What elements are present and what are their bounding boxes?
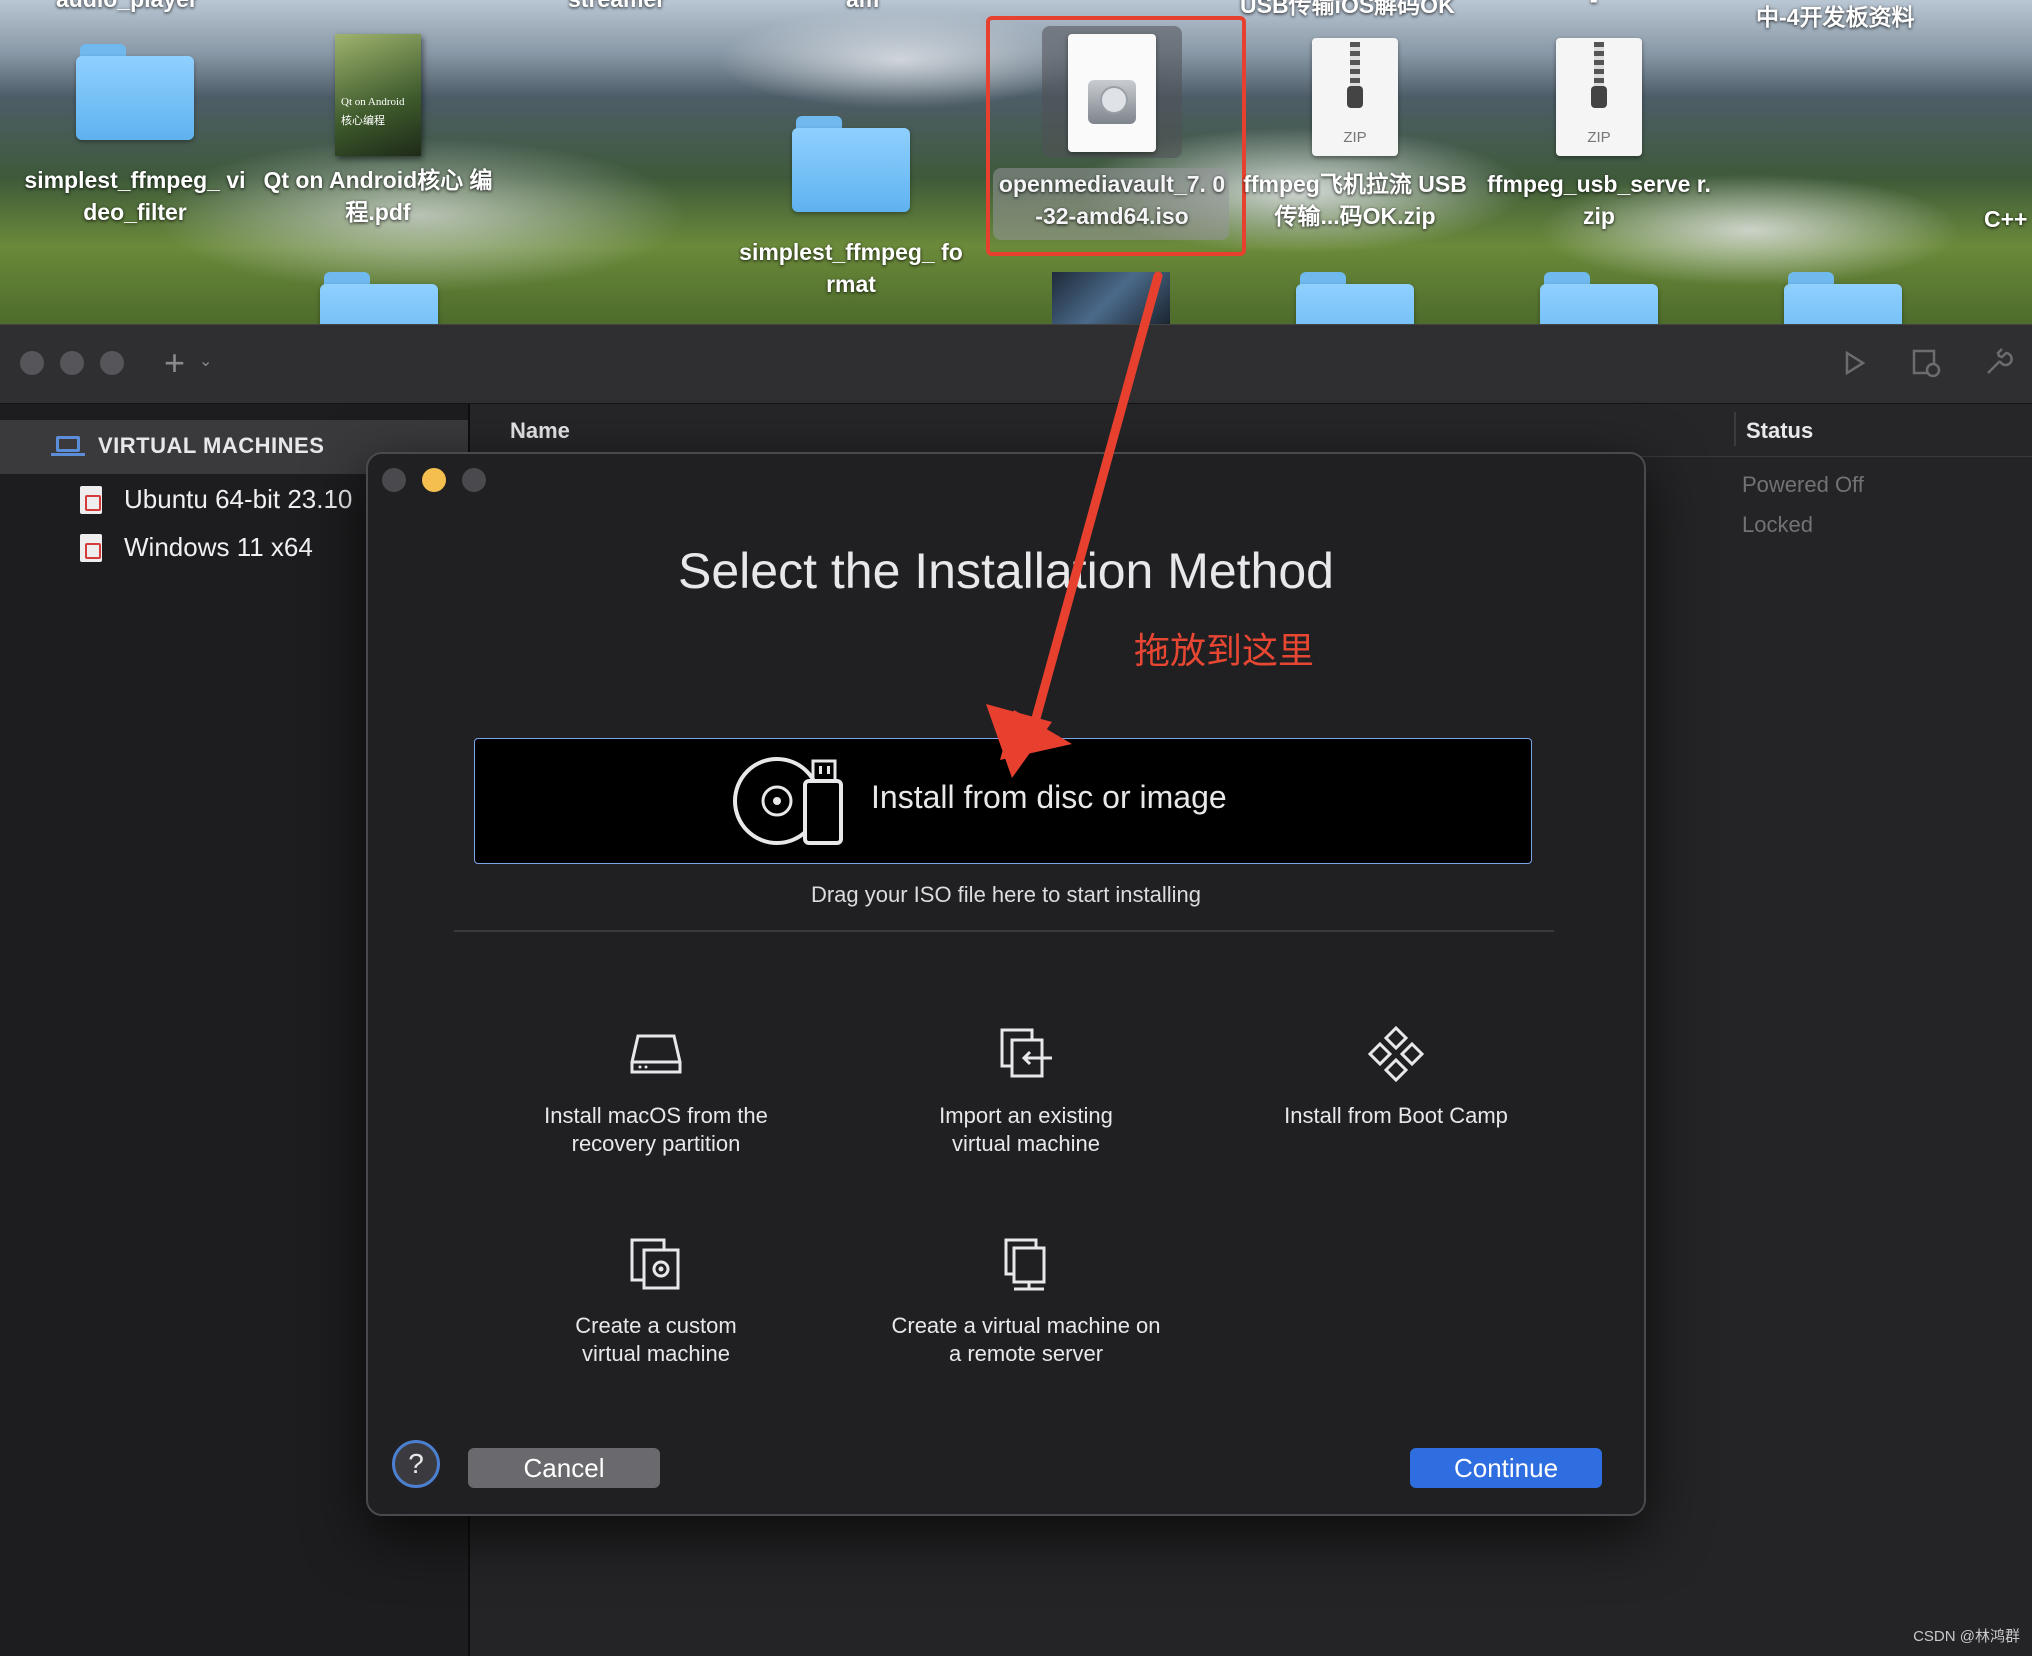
- close-window-button[interactable]: [20, 351, 44, 375]
- zip-icon: ZIP: [1556, 38, 1642, 156]
- vm-file-icon: [80, 534, 102, 562]
- vm-status-text: Powered Off: [1742, 472, 1864, 497]
- zip-icon: ZIP: [1312, 38, 1398, 156]
- desktop-item-dash-label[interactable]: -: [1590, 0, 1598, 13]
- dialog-close-button[interactable]: [382, 468, 406, 492]
- option-label-line: virtual machine: [582, 1341, 730, 1366]
- divider: [454, 930, 1554, 932]
- option-boot-camp[interactable]: Install from Boot Camp: [1226, 1026, 1566, 1130]
- desktop-item-usb-ios-label[interactable]: USB传输iOS解码OK: [1240, 0, 1455, 20]
- option-label: Install macOS from the recovery partition: [486, 1102, 826, 1158]
- watermark: CSDN @林鸿群: [1913, 1628, 2020, 1645]
- desktop: audio_player streamer am USB传输iOS解码OK - …: [0, 0, 2032, 324]
- zip-icon-text: ZIP: [1587, 129, 1611, 146]
- desktop-item-ffmpeg-format[interactable]: simplest_ffmpeg_ format: [736, 116, 966, 300]
- desktop-item-video-filter[interactable]: simplest_ffmpeg_ video_filter: [20, 44, 250, 228]
- option-install-macos-recovery[interactable]: Install macOS from the recovery partition: [486, 1026, 826, 1158]
- folder-icon: [76, 44, 194, 140]
- option-label-line: recovery partition: [571, 1131, 741, 1156]
- option-label: Import an existing virtual machine: [856, 1102, 1196, 1158]
- book-cover-title: Qt on Android: [341, 96, 405, 108]
- disc-usb-icon: [733, 757, 843, 845]
- continue-button[interactable]: Continue: [1410, 1448, 1602, 1488]
- custom-vm-icon: [630, 1238, 680, 1290]
- desktop-item-board-docs-label[interactable]: 中-4开发板资料: [1756, 0, 1914, 32]
- option-label-line: Import an existing: [939, 1103, 1113, 1128]
- desktop-item-streamer-label[interactable]: streamer: [568, 0, 665, 13]
- drag-hint-text: Drag your ISO file here to start install…: [810, 882, 1202, 907]
- bootcamp-icon: [1368, 1026, 1424, 1082]
- dialog-title: Select the Installation Method: [678, 543, 1334, 599]
- option-label-line: Install macOS from the: [544, 1103, 768, 1128]
- folder-icon[interactable]: [1296, 272, 1414, 324]
- import-icon: [1000, 1028, 1052, 1078]
- new-vm-dialog: Select the Installation Method 拖放到这里 Ins…: [366, 452, 1646, 1516]
- desktop-item-label: ffmpeg_usb_serve r.zip: [1487, 171, 1711, 229]
- remote-server-icon: [1004, 1238, 1046, 1291]
- option-label-line: a remote server: [948, 1341, 1104, 1366]
- annotation-highlight-box: [986, 16, 1246, 256]
- sidebar-item-label: Windows 11 x64: [124, 532, 313, 562]
- dialog-minimize-button[interactable]: [422, 468, 446, 492]
- folder-icon[interactable]: [1784, 272, 1902, 324]
- folder-icon: [792, 116, 910, 212]
- zoom-window-button[interactable]: [100, 351, 124, 375]
- pdf-book-icon: Qt on Android 核心编程: [335, 34, 421, 156]
- zip-icon-text: ZIP: [1343, 129, 1367, 146]
- column-header-name[interactable]: Name: [510, 418, 570, 444]
- window-toolbar: + ⌄: [0, 324, 2032, 405]
- install-from-disc-label: Install from disc or image: [871, 779, 1227, 815]
- desktop-item-ffmpeg-usb-server-zip[interactable]: ZIP ffmpeg_usb_serve r.zip: [1484, 38, 1714, 232]
- option-label-line: virtual machine: [952, 1131, 1100, 1156]
- wrench-icon[interactable]: [1982, 347, 2014, 379]
- snapshot-icon[interactable]: [1910, 347, 1942, 379]
- sidebar-item-label: Ubuntu 64-bit 23.10: [124, 484, 353, 514]
- option-remote-server-vm[interactable]: Create a virtual machine on a remote serv…: [856, 1236, 1196, 1368]
- folder-icon[interactable]: [1540, 272, 1658, 324]
- vm-list-header: Name Status: [470, 404, 2032, 457]
- option-label-line: Create a custom: [575, 1313, 737, 1338]
- chevron-down-icon[interactable]: ⌄: [199, 351, 212, 371]
- option-label-line: Create a virtual machine on: [891, 1313, 1161, 1338]
- help-button[interactable]: ?: [392, 1440, 440, 1488]
- laptop-icon: [51, 436, 85, 456]
- vm-status-text: Locked: [1742, 512, 1813, 537]
- install-from-disc-button[interactable]: Install from disc or image: [474, 738, 1532, 864]
- dialog-zoom-button[interactable]: [462, 468, 486, 492]
- option-label: Create a custom virtual machine: [486, 1312, 826, 1368]
- folder-icon[interactable]: [320, 272, 438, 324]
- desktop-item-label: simplest_ffmpeg_ format: [739, 239, 963, 297]
- desktop-item-am-label[interactable]: am: [846, 0, 879, 13]
- desktop-item-ffmpeg-usb-zip[interactable]: ZIP ffmpeg飞机拉流 USB传输...码OK.zip: [1240, 38, 1470, 232]
- desktop-item-label: ffmpeg飞机拉流 USB传输...码OK.zip: [1243, 171, 1467, 229]
- desktop-item-label: simplest_ffmpeg_ video_filter: [24, 167, 246, 225]
- column-divider[interactable]: [1734, 412, 1736, 446]
- column-header-status[interactable]: Status: [1746, 418, 1813, 444]
- option-import-vm[interactable]: Import an existing virtual machine: [856, 1026, 1196, 1158]
- desktop-item-label: Qt on Android核心 编程.pdf: [263, 167, 493, 225]
- option-label-line: Install from Boot Camp: [1284, 1103, 1508, 1128]
- desktop-item-qt-android-pdf[interactable]: Qt on Android 核心编程 Qt on Android核心 编程.pd…: [263, 34, 493, 228]
- image-thumbnail-icon[interactable]: [1052, 272, 1170, 324]
- add-vm-button[interactable]: +: [164, 343, 185, 383]
- option-label: Create a virtual machine on a remote serv…: [856, 1312, 1196, 1368]
- option-label: Install from Boot Camp: [1226, 1102, 1566, 1130]
- drive-icon: [630, 1034, 682, 1074]
- option-create-custom-vm[interactable]: Create a custom virtual machine: [486, 1236, 826, 1368]
- annotation-text: 拖放到这里: [1134, 630, 1315, 671]
- desktop-item-audio-player-label[interactable]: audio_player: [56, 0, 198, 13]
- minimize-window-button[interactable]: [60, 351, 84, 375]
- book-cover-subtitle: 核心编程: [341, 115, 385, 127]
- vm-file-icon: [80, 486, 102, 514]
- sidebar-section-label: VIRTUAL MACHINES: [98, 433, 325, 458]
- play-icon[interactable]: [1838, 347, 1870, 379]
- desktop-item-cpp-label[interactable]: C++: [1984, 206, 2027, 233]
- cancel-button[interactable]: Cancel: [468, 1448, 660, 1488]
